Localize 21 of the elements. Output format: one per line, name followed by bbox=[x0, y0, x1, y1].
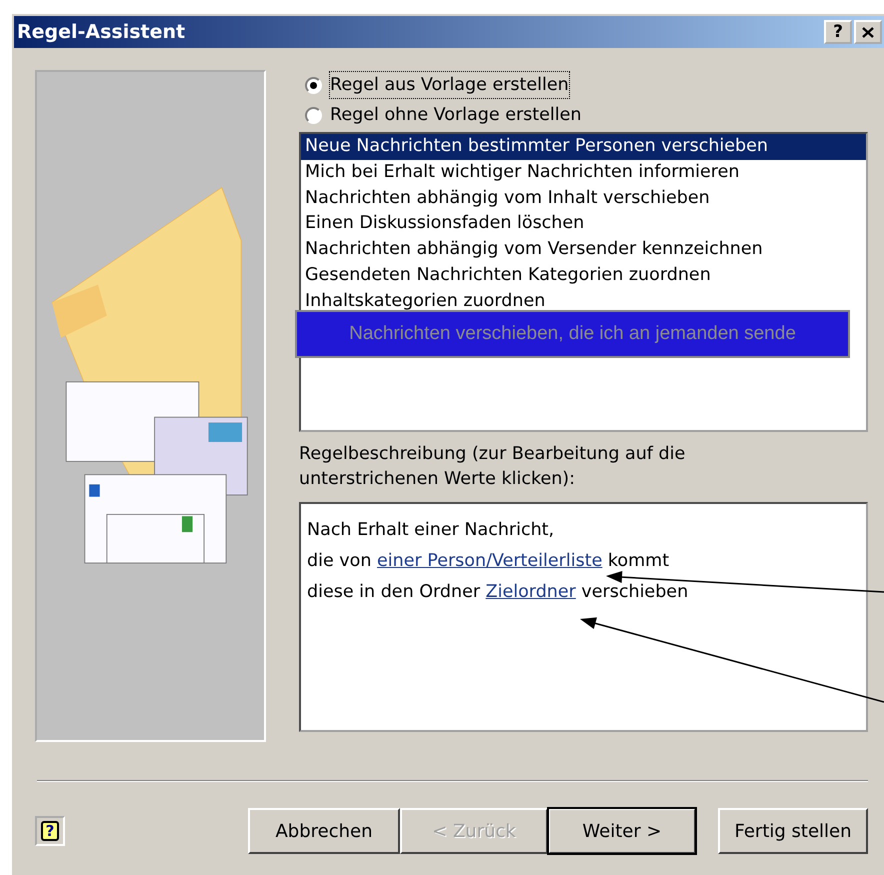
description-line: Nach Erhalt einer Nachricht, bbox=[307, 519, 554, 541]
list-item[interactable]: Gesendeten Nachrichten Kategorien zuordnen bbox=[301, 262, 866, 289]
list-item[interactable]: Nachrichten abhängig vom Versender kennzeichnen bbox=[301, 237, 866, 263]
help-button[interactable]: ? bbox=[824, 20, 852, 44]
wizard-button[interactable]: Abbrechen bbox=[248, 808, 400, 854]
wizard-button[interactable]: Weiter > bbox=[548, 808, 696, 854]
option-label[interactable]: Regel ohne Vorlage erstellen bbox=[330, 102, 582, 128]
option-label[interactable]: Regel aus Vorlage erstellen bbox=[330, 72, 569, 98]
list-item[interactable]: Mich bei Erhalt wichtiger Nachrichten informieren bbox=[301, 160, 866, 186]
help-button[interactable]: ? bbox=[35, 816, 65, 846]
list-item[interactable]: Nachrichten abhängig vom Inhalt verschieben bbox=[301, 186, 866, 212]
description-line: diese in den Ordner Zielordner verschieben bbox=[307, 581, 688, 603]
value-link[interactable]: einer Person/Verteilerliste bbox=[377, 551, 602, 571]
description-line: die von einer Person/Verteilerliste kommt bbox=[307, 550, 670, 572]
value-link[interactable]: Zielordner bbox=[486, 582, 576, 602]
description-label: Regelbeschreibung (zur Bearbeitung auf die unterstrichenen Werte klicken): bbox=[299, 443, 686, 491]
wizard-button[interactable]: Fertig stellen bbox=[718, 808, 868, 854]
window-title: Regel-Assistent bbox=[17, 20, 186, 45]
list-item[interactable]: Neue Nachrichten bestimmter Personen verschieben bbox=[301, 134, 866, 160]
tooltip: Nachrichten verschieben, die ich an jemanden sende bbox=[295, 310, 850, 358]
list-item[interactable]: Einen Diskussionsfaden löschen bbox=[301, 211, 866, 238]
